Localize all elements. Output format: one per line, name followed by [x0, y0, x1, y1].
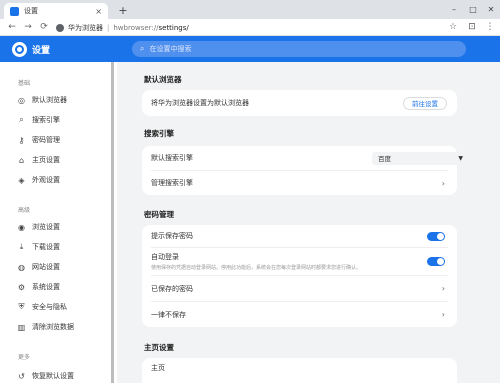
gear-icon: ⚙	[17, 282, 26, 292]
site-info-icon[interactable]	[56, 23, 64, 32]
reload-button[interactable]: ⟳	[38, 21, 50, 33]
sidebar-section-basic: 基础	[18, 80, 31, 87]
sidebar-section-more: 更多	[18, 354, 31, 361]
row-manage-search-engines[interactable]: 管理搜索引擎 ›	[142, 171, 457, 195]
minimize-button[interactable]: –	[447, 3, 461, 15]
settings-favicon-icon	[10, 6, 19, 16]
download-icon: ⤓	[19, 242, 24, 251]
sidebar-item-passwords[interactable]: ⚷ 密码管理	[17, 133, 109, 147]
close-tab-icon[interactable]: ×	[95, 7, 102, 16]
browser-icon: ◎	[18, 95, 25, 105]
shield-icon: ⛨	[18, 302, 25, 311]
chevron-down-icon: ▼	[458, 154, 463, 162]
auto-login-toggle[interactable]	[427, 257, 445, 266]
tab-settings[interactable]: 设置 ×	[4, 3, 108, 19]
sidebar: 基础 ◎ 默认浏览器 ⌕ 搜索引擎 ⚷ 密码管理 ⌂ 主页设置 ◈ 外观设置 高级 ◉ 浏览…	[0, 62, 114, 383]
close-window-button[interactable]: ✕	[484, 3, 498, 15]
sidebar-item-system[interactable]: ⚙ 系统设置	[17, 280, 109, 294]
address-bar[interactable]: 华为浏览器 | hwbrowser:// settings/	[56, 21, 440, 34]
back-button[interactable]: ←	[6, 21, 18, 33]
row-homepage[interactable]: 主页	[142, 358, 457, 378]
row-saved-passwords[interactable]: 已保存的密码 ›	[142, 276, 457, 301]
url-separator: |	[107, 23, 110, 32]
search-engine-select[interactable]: 百度 ▼	[372, 151, 468, 165]
new-tab-button[interactable]: +	[116, 3, 130, 17]
settings-search-input[interactable]: ⌕ 在设置中搜索	[132, 41, 466, 57]
globe-icon: ◍	[18, 262, 25, 272]
title-bar: 设置 × + – □ ✕	[0, 0, 500, 19]
auto-login-description: 使用保存的凭据自动登录网站。停用此功能后，系统会在您每次登录网站时都要求您进行确…	[151, 265, 362, 271]
sidebar-item-default-browser[interactable]: ◎ 默认浏览器	[17, 93, 109, 107]
sidebar-item-downloads[interactable]: ⤓ 下载设置	[17, 240, 109, 254]
sidebar-item-site-settings[interactable]: ◍ 网站设置	[17, 260, 109, 274]
chevron-right-icon: ›	[441, 284, 445, 293]
sidebar-item-clear-data[interactable]: ▥ 清除浏览数据	[17, 320, 109, 334]
settings-content: 默认浏览器 将华为浏览器设置为默认浏览器 前往设置 搜索引擎 默认搜索引擎 百度…	[117, 62, 500, 383]
sidebar-item-security[interactable]: ⛨ 安全与隐私	[17, 300, 109, 314]
home-icon: ⌂	[18, 155, 25, 165]
section-title-homepage: 主页设置	[144, 343, 174, 352]
sidebar-item-restore-defaults[interactable]: ↺ 恢复默认设置	[17, 369, 109, 383]
url-app-name: 华为浏览器	[68, 23, 103, 32]
restore-icon: ↺	[18, 371, 25, 381]
trash-icon: ▥	[17, 322, 26, 332]
row-auto-login: 自动登录 使用保存的凭据自动登录网站。停用此功能后，系统会在您每次登录网站时都要…	[142, 248, 457, 275]
section-title-search-engine: 搜索引擎	[144, 129, 174, 138]
card-default-browser: 将华为浏览器设置为默认浏览器 前往设置	[142, 90, 457, 116]
card-homepage: 主页	[142, 358, 457, 383]
row-offer-save-passwords: 提示保存密码	[142, 225, 457, 247]
browser-logo-icon	[12, 42, 27, 57]
url-host: hwbrowser://	[113, 23, 159, 32]
tab-title: 设置	[24, 7, 38, 15]
sidebar-item-homepage[interactable]: ⌂ 主页设置	[17, 153, 109, 167]
section-title-default-browser: 默认浏览器	[144, 75, 182, 84]
page-title: 设置	[32, 46, 51, 56]
row-never-saved[interactable]: 一律不保存 ›	[142, 302, 457, 327]
forward-button[interactable]: →	[22, 21, 34, 33]
card-search-engine: 默认搜索引擎 百度 ▼ 管理搜索引擎 ›	[142, 146, 468, 195]
maximize-button[interactable]: □	[466, 3, 480, 15]
extensions-icon[interactable]: ⊡	[466, 21, 478, 33]
key-icon: ⚷	[18, 135, 25, 145]
chevron-right-icon: ›	[441, 310, 445, 319]
section-title-passwords: 密码管理	[144, 210, 174, 219]
url-path: settings/	[158, 23, 189, 32]
eye-icon: ◉	[18, 222, 25, 232]
sidebar-item-search-engine[interactable]: ⌕ 搜索引擎	[17, 113, 109, 127]
sidebar-section-advanced: 高级	[18, 207, 31, 214]
go-to-settings-button[interactable]: 前往设置	[403, 96, 447, 110]
search-icon: ⌕	[140, 44, 145, 53]
sidebar-item-appearance[interactable]: ◈ 外观设置	[17, 173, 109, 187]
palette-icon: ◈	[18, 175, 25, 185]
card-passwords: 提示保存密码 自动登录 使用保存的凭据自动登录网站。停用此功能后，系统会在您每次…	[142, 225, 457, 327]
sidebar-item-browsing[interactable]: ◉ 浏览设置	[17, 220, 109, 234]
search-placeholder: 在设置中搜索	[149, 45, 192, 53]
browser-toolbar: ← → ⟳ 华为浏览器 | hwbrowser:// settings/ ☆ ⊡…	[0, 19, 500, 36]
offer-save-toggle[interactable]	[427, 231, 445, 241]
chevron-right-icon: ›	[441, 178, 445, 188]
menu-icon[interactable]: ⋮	[484, 21, 496, 33]
search-icon: ⌕	[19, 115, 24, 124]
bookmark-star-icon[interactable]: ☆	[447, 21, 459, 33]
row-default-search-engine: 默认搜索引擎 百度 ▼	[142, 146, 468, 170]
row-set-default-browser: 将华为浏览器设置为默认浏览器 前往设置	[142, 90, 457, 116]
